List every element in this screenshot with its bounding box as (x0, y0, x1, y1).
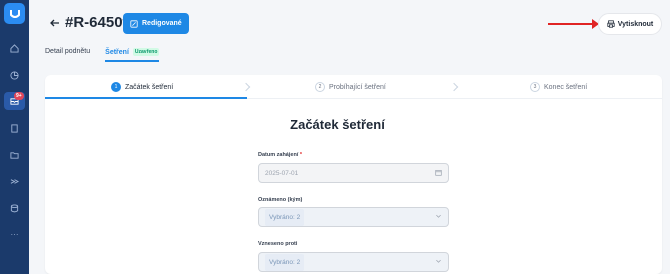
nav-flow[interactable] (0, 172, 29, 190)
step-ongoing[interactable]: 2 Probíhající šetření (315, 75, 386, 99)
step-end[interactable]: 3 Konec šetření (530, 75, 587, 99)
edit-icon (130, 19, 138, 28)
notified-label: Oznámeno (kým) (258, 197, 303, 203)
chevron-down-icon (435, 258, 442, 267)
closed-badge: Uzavřeno (132, 48, 160, 56)
selection-chip: Vybráno: 2 (265, 253, 305, 271)
annotation-arrow (548, 19, 599, 29)
status-label: Redigované (142, 20, 182, 27)
tab-label: Šetření (105, 48, 129, 56)
nav-clipboard[interactable] (0, 119, 29, 137)
nav-reports[interactable] (0, 66, 29, 84)
step-number: 2 (315, 82, 325, 92)
chevron-down-icon (435, 213, 442, 222)
selection-chip: Vybráno: 2 (265, 208, 305, 226)
start-date-field[interactable]: 2025-07-01 (258, 163, 449, 183)
step-label: Začátek šetření (125, 83, 174, 91)
app-logo[interactable] (4, 3, 25, 24)
step-number: 3 (530, 82, 540, 92)
status-button[interactable]: Redigované (123, 13, 189, 34)
sidebar: 9+ ··· (0, 0, 29, 274)
notified-select[interactable]: Vybráno: 2 (258, 207, 449, 227)
date-label: Datum zahájení * (258, 152, 302, 158)
folder-icon (10, 151, 19, 159)
label-text: Datum zahájení (258, 152, 299, 158)
chevron-right-icon (449, 82, 459, 92)
nav-more[interactable]: ··· (0, 225, 29, 243)
printer-icon (607, 20, 615, 28)
step-start[interactable]: 1 Začátek šetření (111, 75, 173, 99)
nav-database[interactable] (0, 199, 29, 217)
step-label: Konec šetření (544, 83, 588, 91)
main-content: #R-6450f Redigované Vytisknout Detail po… (29, 0, 670, 274)
chevron-right-icon (241, 82, 251, 92)
logo-icon (9, 9, 20, 18)
tab-investigation[interactable]: Šetření Uzavřeno (105, 48, 160, 62)
home-icon (10, 43, 19, 53)
tab-detail[interactable]: Detail podnětu (45, 48, 90, 62)
tab-label: Detail podnětu (45, 48, 91, 55)
calendar-icon[interactable] (435, 169, 442, 178)
date-value: 2025-07-01 (265, 169, 299, 177)
tabs: Detail podnětu Šetření Uzavřeno (45, 48, 160, 62)
step-number: 1 (111, 82, 121, 92)
raised-against-select[interactable]: Vybráno: 2 (258, 252, 449, 272)
stepper: 1 Začátek šetření 2 Probíhající šetření … (45, 75, 662, 99)
required-marker: * (299, 152, 303, 158)
print-button[interactable]: Vytisknout (598, 13, 662, 35)
chart-pie-icon (10, 70, 19, 80)
flow-icon (10, 178, 19, 184)
raised-against-label: Vzneseno proti (258, 241, 298, 247)
form-title: Začátek šetření (290, 117, 385, 132)
more-icon: ··· (10, 229, 19, 239)
arrow-left-icon (50, 19, 59, 27)
nav-folder[interactable] (0, 146, 29, 164)
page-title: #R-6450f (65, 14, 128, 31)
notification-badge: 9+ (14, 92, 24, 100)
nav-home[interactable] (0, 39, 29, 57)
print-label: Vytisknout (617, 20, 654, 28)
back-button[interactable] (50, 16, 60, 31)
active-step-indicator (45, 97, 247, 99)
step-label: Probíhající šetření (329, 83, 386, 91)
clipboard-icon (11, 123, 18, 133)
database-icon (10, 203, 19, 212)
